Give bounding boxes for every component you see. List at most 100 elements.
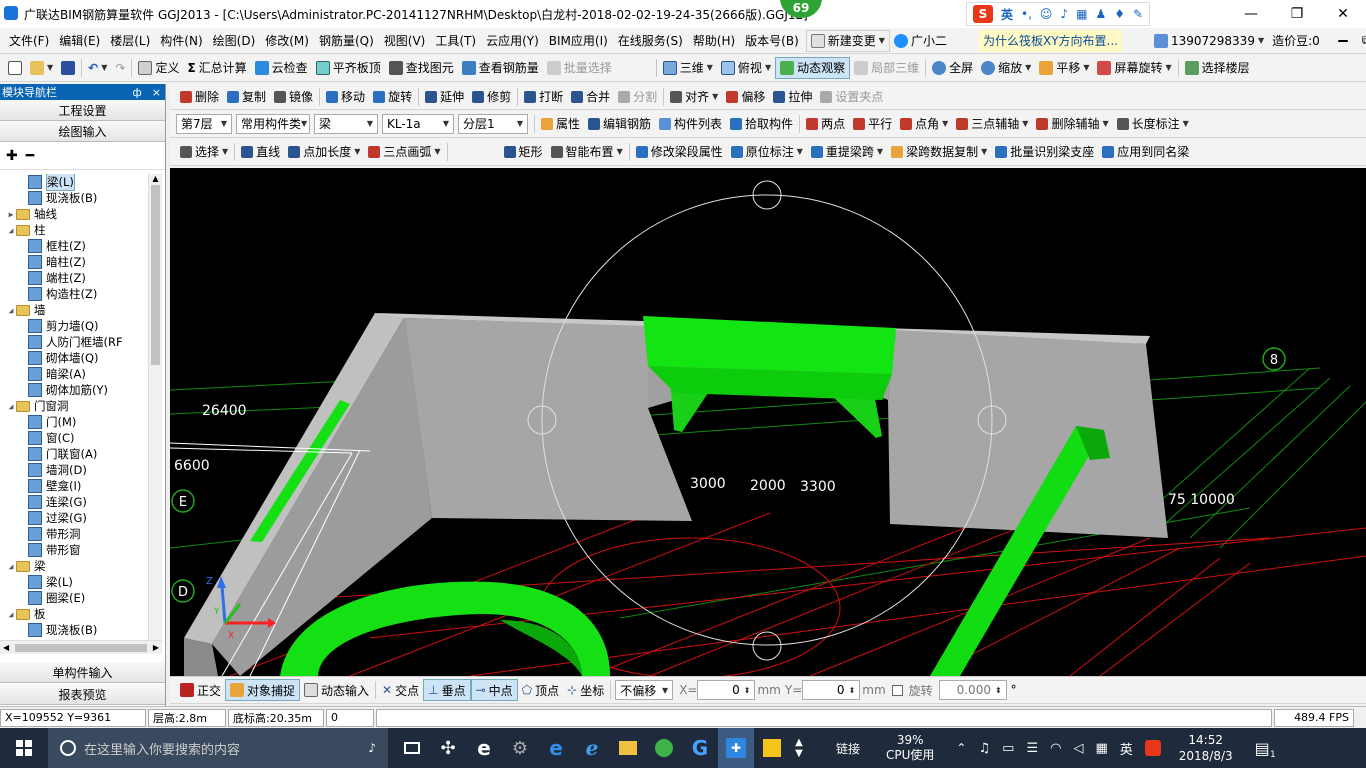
- tree-item[interactable]: 暗柱(Z): [0, 254, 148, 270]
- draw-input-button[interactable]: 绘图输入: [0, 121, 165, 142]
- grip-button[interactable]: 设置夹点: [816, 86, 887, 108]
- tree-item[interactable]: 墙洞(D): [0, 462, 148, 478]
- tree-item[interactable]: 框柱(Z): [0, 238, 148, 254]
- wifi-icon[interactable]: ◠: [1050, 741, 1061, 756]
- apply-same-name-button[interactable]: 应用到同名梁: [1098, 141, 1193, 163]
- two-points-button[interactable]: 两点: [802, 113, 849, 135]
- zoom-button[interactable]: 缩放 ▼: [977, 57, 1035, 79]
- save-icon[interactable]: [57, 57, 79, 79]
- tray-up-icon[interactable]: ⌃: [956, 741, 966, 755]
- component-select[interactable]: KL-1a ▼: [382, 113, 454, 134]
- menu-item-7[interactable]: 视图(V): [379, 30, 431, 52]
- undo-icon[interactable]: ↶ ▼: [84, 57, 111, 79]
- menu-item-11[interactable]: 在线服务(S): [613, 30, 688, 52]
- menu-item-10[interactable]: BIM应用(I): [544, 30, 613, 52]
- select-button[interactable]: 选择 ▼: [176, 141, 232, 163]
- menu-item-8[interactable]: 工具(T): [430, 30, 481, 52]
- glodon-g-icon[interactable]: G: [682, 728, 718, 768]
- menu-item-12[interactable]: 帮助(H): [688, 30, 740, 52]
- single-input-button[interactable]: 单构件输入: [0, 662, 165, 683]
- layer-select[interactable]: 分层1 ▼: [458, 113, 528, 134]
- coordinate-button[interactable]: ⊹ 坐标: [563, 679, 608, 701]
- view-3d-button[interactable]: 三维 ▼: [659, 57, 717, 79]
- sogou-tray-icon[interactable]: [1144, 740, 1161, 756]
- user-icon[interactable]: ♟: [1095, 7, 1106, 21]
- skin-icon[interactable]: ♦: [1114, 7, 1125, 21]
- tree-expander-icon[interactable]: ◢: [6, 610, 16, 619]
- point-angle-button[interactable]: 点角 ▼: [896, 113, 952, 135]
- tree-item[interactable]: 剪力墙(Q): [0, 318, 148, 334]
- local-3d-button[interactable]: 局部三维: [850, 57, 923, 79]
- select-floor-button[interactable]: 选择楼层: [1181, 57, 1254, 79]
- restore-icon[interactable]: ⧉: [1362, 33, 1366, 48]
- minimize-button[interactable]: —: [1228, 0, 1274, 28]
- tree-item[interactable]: 现浇板(B): [0, 622, 148, 638]
- menu-item-9[interactable]: 云应用(Y): [481, 30, 544, 52]
- fan-app-icon[interactable]: ✣: [430, 728, 466, 768]
- menu-item-3[interactable]: 构件(N): [155, 30, 207, 52]
- collapse-all-icon[interactable]: ━: [26, 148, 34, 164]
- delete-axis-button[interactable]: 删除辅轴 ▼: [1032, 113, 1112, 135]
- tree-item[interactable]: 壁龛(I): [0, 478, 148, 494]
- ime-mode[interactable]: 英: [1001, 6, 1013, 23]
- question-link[interactable]: 为什么筏板XY方向布置...: [978, 29, 1122, 52]
- define-button[interactable]: 定义: [134, 57, 183, 79]
- copy-span-data-button[interactable]: 梁跨数据复制 ▼: [887, 141, 991, 163]
- tree-item[interactable]: 端柱(Z): [0, 270, 148, 286]
- vertex-button[interactable]: ⬠ 顶点: [518, 679, 563, 701]
- object-snap-button[interactable]: 对象捕捉: [225, 679, 301, 701]
- lang-indicator[interactable]: 英: [1120, 739, 1133, 758]
- tree-item[interactable]: 砌体墙(Q): [0, 350, 148, 366]
- pin-icon[interactable]: ф: [132, 86, 141, 99]
- tree-item[interactable]: 连梁(G): [0, 494, 148, 510]
- y-input[interactable]: 0 ⬍: [802, 680, 861, 700]
- wrench-icon[interactable]: ✎: [1133, 7, 1143, 21]
- emoji-icon[interactable]: ☺: [1040, 7, 1053, 21]
- align-button[interactable]: 对齐 ▼: [666, 86, 722, 108]
- tree-expander-icon[interactable]: ▶: [6, 210, 16, 219]
- green-beam-top[interactable]: [643, 316, 896, 374]
- battery-icon[interactable]: ▭: [1002, 741, 1014, 756]
- modify-beam-segment-button[interactable]: 修改梁段属性: [632, 141, 727, 163]
- three-point-axis-button[interactable]: 三点辅轴 ▼: [952, 113, 1032, 135]
- tree-hscrollbar[interactable]: ◀ ▶: [0, 640, 162, 654]
- mirror-button[interactable]: 镜像: [270, 86, 317, 108]
- in-situ-label-button[interactable]: 原位标注 ▼: [727, 141, 807, 163]
- stretch-button[interactable]: 拉伸: [769, 86, 816, 108]
- tree-expander-icon[interactable]: ◢: [6, 562, 16, 571]
- pan-button[interactable]: 平移 ▼: [1035, 57, 1093, 79]
- tree-folder[interactable]: ◢ 柱: [0, 222, 148, 238]
- tree-item[interactable]: 构造柱(Z): [0, 286, 148, 302]
- midpoint-button[interactable]: ⊸ 中点: [470, 679, 518, 701]
- menu-item-0[interactable]: 文件(F): [4, 30, 54, 52]
- clock[interactable]: 14:52 2018/8/3: [1179, 732, 1233, 764]
- keyboard-icon[interactable]: ▦: [1095, 741, 1107, 756]
- expand-all-icon[interactable]: ✚: [6, 148, 18, 164]
- edge-blue-icon[interactable]: e: [538, 728, 574, 768]
- offset-button[interactable]: 偏移: [722, 86, 769, 108]
- category-select[interactable]: 梁 ▼: [314, 113, 378, 134]
- parallel-button[interactable]: 平行: [849, 113, 896, 135]
- tree-expander-icon[interactable]: ◢: [6, 402, 16, 411]
- summary-calc-button[interactable]: Σ 汇总计算: [183, 57, 250, 79]
- cloud-check-button[interactable]: 云检查: [251, 57, 312, 79]
- back-wall-right-face[interactable]: [888, 330, 1168, 538]
- split-button[interactable]: 分割: [614, 86, 661, 108]
- new-file-icon[interactable]: [4, 57, 26, 79]
- merge-button[interactable]: 合并: [567, 86, 614, 108]
- component-type-select[interactable]: 常用构件类 ▼: [236, 113, 310, 134]
- volume-icon[interactable]: ◁: [1073, 741, 1083, 756]
- tree-folder[interactable]: ◢ 板: [0, 606, 148, 622]
- green-browser-icon[interactable]: [646, 728, 682, 768]
- tree-item[interactable]: 过梁(G): [0, 510, 148, 526]
- link-label[interactable]: 链接: [836, 740, 860, 757]
- 3d-viewport[interactable]: E D 8 26400 6600 3000 2000 3300 75 10000 Z Y X: [170, 168, 1366, 676]
- folder-icon[interactable]: [610, 728, 646, 768]
- menu-item-5[interactable]: 修改(M): [260, 30, 314, 52]
- menu-item-1[interactable]: 编辑(E): [54, 30, 105, 52]
- glodon-app-icon[interactable]: ✚: [718, 728, 754, 768]
- tree-item[interactable]: 梁(L): [0, 174, 148, 191]
- intersection-button[interactable]: ✕ 交点: [378, 679, 423, 701]
- tree-item[interactable]: 圈梁(E): [0, 590, 148, 606]
- tree-folder[interactable]: ◢ 门窗洞: [0, 398, 148, 414]
